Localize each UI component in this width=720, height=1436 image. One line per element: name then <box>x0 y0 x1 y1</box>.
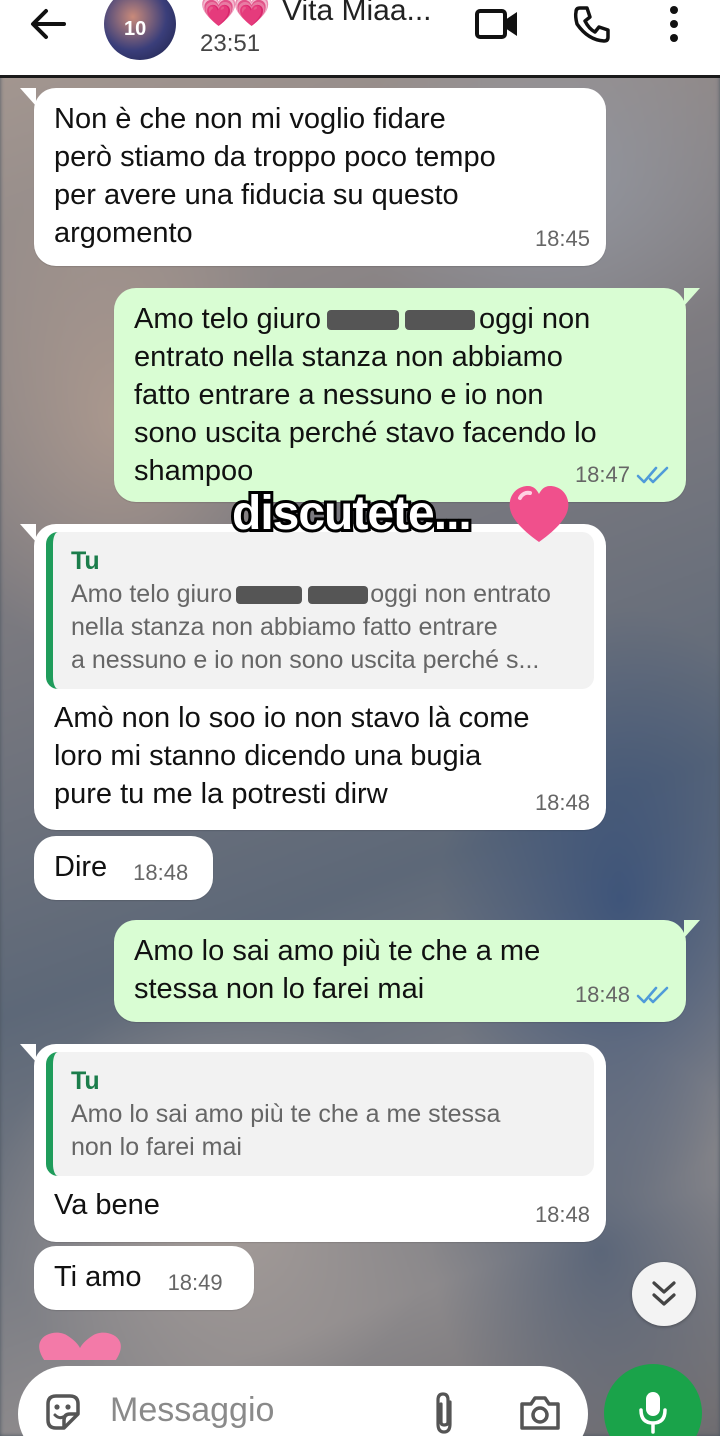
quote-text: Amo lo sai amo più te che a me stessa no… <box>71 1100 501 1161</box>
message-text: Dire <box>54 851 108 883</box>
back-arrow-icon[interactable] <box>28 6 68 42</box>
message-meta: 18:48 <box>133 854 188 892</box>
message-time: 18:48 <box>574 982 630 1007</box>
message-meta: 18:49 <box>168 1264 223 1302</box>
heart-emoji-icon <box>509 486 569 542</box>
message-meta: 18:48 <box>535 1196 590 1234</box>
message-text: Ti amo <box>54 1261 142 1293</box>
message-meta: 18:48 <box>535 784 590 822</box>
double-check-icon <box>636 466 669 484</box>
double-check-icon <box>636 986 669 1004</box>
message-time: 18:47 <box>574 462 630 487</box>
message-input[interactable] <box>110 1388 400 1432</box>
quoted-message[interactable]: Tu Amo telo giuro oggi non entrato nella … <box>46 532 594 689</box>
heart-sticker-partial[interactable] <box>36 1330 124 1360</box>
scroll-to-bottom-button[interactable] <box>632 1262 696 1326</box>
camera-icon[interactable] <box>518 1394 562 1432</box>
message-meta: 18:48 <box>575 976 670 1014</box>
message-text: Amò non lo soo io non stavo là come loro… <box>54 702 530 810</box>
redaction-mark <box>308 586 369 605</box>
message-outgoing[interactable]: Amo lo sai amo più te che a me stessa no… <box>114 920 700 1022</box>
redaction-mark <box>327 310 399 331</box>
overlay-caption: discutete... <box>229 484 475 543</box>
message-text: Va bene <box>54 1189 160 1221</box>
message-outgoing[interactable]: Amo telo giuro oggi non entrato nella sta… <box>114 288 700 502</box>
message-meta: 18:45 <box>535 220 590 258</box>
message-text: Non è che non mi voglio fidare però stia… <box>54 103 496 249</box>
message-time: 18:48 <box>534 1202 590 1227</box>
quote-author: Tu <box>71 547 100 575</box>
message-incoming[interactable]: Dire 18:48 <box>34 836 213 900</box>
quoted-message[interactable]: Tu Amo lo sai amo più te che a me stessa… <box>46 1052 594 1176</box>
video-call-icon[interactable] <box>474 4 520 44</box>
chat-header: 10 💗💗 Vita Miaa... 23:51 <box>0 0 720 78</box>
message-incoming-reply[interactable]: Tu Amo lo sai amo più te che a me stessa… <box>20 1044 606 1242</box>
mic-icon <box>639 1392 667 1434</box>
sticker-icon[interactable] <box>42 1392 84 1434</box>
quote-author: Tu <box>71 1067 100 1095</box>
message-incoming[interactable]: Non è che non mi voglio fidare però stia… <box>20 88 606 266</box>
message-time: 18:45 <box>534 226 590 251</box>
double-chevron-down-icon <box>652 1281 676 1306</box>
message-meta: 18:47 <box>575 456 670 494</box>
message-time: 18:48 <box>534 790 590 815</box>
message-incoming-reply[interactable]: Tu Amo telo giuro oggi non entrato nella … <box>20 524 606 830</box>
message-time: 18:49 <box>167 1270 223 1295</box>
more-options-icon[interactable] <box>664 4 684 44</box>
avatar-jersey-number: 10 <box>124 18 147 40</box>
redaction-mark <box>405 310 475 331</box>
message-time: 18:48 <box>133 860 189 885</box>
message-composer <box>18 1366 588 1436</box>
redaction-mark <box>236 586 303 605</box>
last-seen-time: 23:51 <box>200 30 261 57</box>
phone-icon[interactable] <box>572 4 612 44</box>
contact-name-emoji: 💗💗 <box>200 0 271 28</box>
message-incoming[interactable]: Ti amo 18:49 <box>34 1246 254 1310</box>
avatar[interactable]: 10 <box>104 0 176 60</box>
attach-icon[interactable] <box>428 1390 460 1436</box>
quote-text: Amo telo giuro oggi non entrato nella sta… <box>71 580 551 674</box>
contact-name[interactable]: Vita Miaa... <box>282 0 432 28</box>
